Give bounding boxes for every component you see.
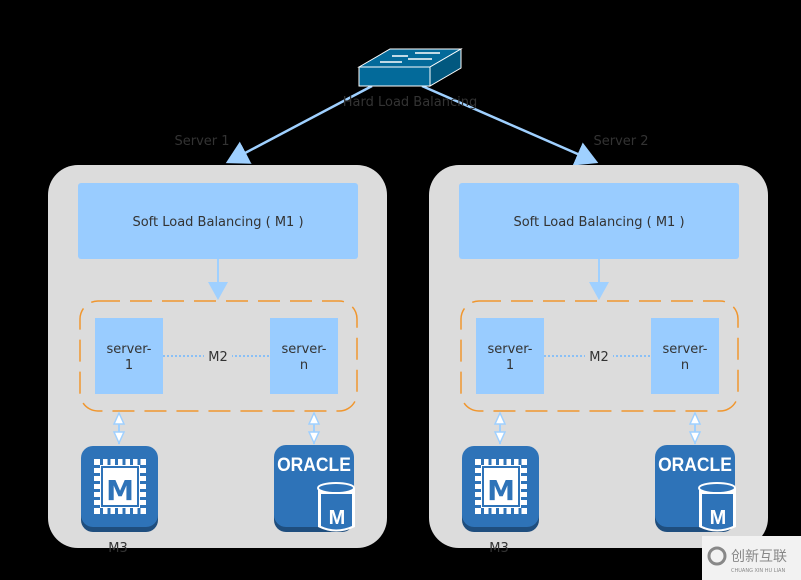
db-badge: M <box>710 507 727 529</box>
cache-label: M3 <box>489 541 509 556</box>
oracle-text: ORACLE <box>277 453 351 475</box>
svg-text:M: M <box>106 474 134 507</box>
watermark-text: 创新互联 <box>731 549 787 565</box>
network-switch-icon <box>357 48 463 87</box>
hard-lb-label: Hard Load Balancing <box>343 95 478 110</box>
memcache-chip-icon: M <box>462 446 539 532</box>
server-node-label: server- <box>662 342 707 357</box>
server-node-index: 1 <box>506 358 514 373</box>
server-node-index: n <box>300 358 308 373</box>
server-2-group: Server 2 Soft Load Balancing ( M1 ) server… <box>429 134 768 556</box>
soft-lb-label: Soft Load Balancing ( M1 ) <box>513 215 684 230</box>
server-node-label: server- <box>487 342 532 357</box>
watermark-subtext: CHUANG XIN HU LIAN <box>731 568 785 574</box>
server-node-index: n <box>681 358 689 373</box>
memcache-chip-icon: M <box>81 446 158 532</box>
oracle-database-icon: ORACLE M <box>274 445 355 532</box>
cache-label: M3 <box>108 541 128 556</box>
server-label: Server 2 <box>593 134 648 149</box>
cluster-label: M2 <box>589 350 609 365</box>
oracle-database-icon: ORACLE M <box>655 445 736 532</box>
watermark-logo: 创新互联 CHUANG XIN HU LIAN <box>702 536 801 580</box>
server-label: Server 1 <box>174 134 229 149</box>
architecture-diagram: Hard Load Balancing Server 1 Soft Load Ba… <box>48 48 801 580</box>
server-node-label: server- <box>281 342 326 357</box>
db-badge: M <box>329 507 346 529</box>
server-node-index: 1 <box>125 358 133 373</box>
cluster-label: M2 <box>208 350 228 365</box>
svg-text:M: M <box>487 474 515 507</box>
soft-lb-label: Soft Load Balancing ( M1 ) <box>132 215 303 230</box>
server-node-label: server- <box>106 342 151 357</box>
server-1-group: Server 1 Soft Load Balancing ( M1 ) server… <box>48 134 387 556</box>
oracle-text: ORACLE <box>658 453 732 475</box>
